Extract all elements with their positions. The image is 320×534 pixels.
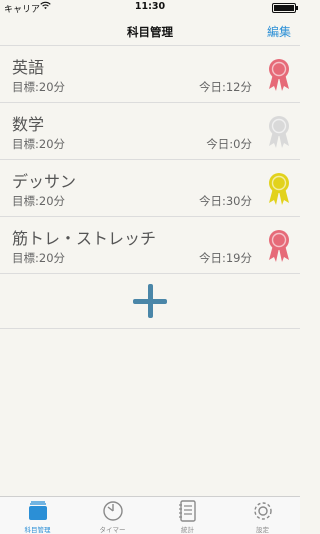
tab-timer[interactable]: タイマー [75,497,150,534]
subject-name: 数学 [12,115,45,134]
subject-name: デッサン [12,172,77,191]
subject-goal: 目標:20分 [12,194,66,208]
divider [0,328,300,329]
subject-name: 英語 [12,58,45,77]
subject-today: 今日:12分 [198,80,252,94]
subject-goal: 目標:20分 [12,251,66,265]
subject-row-math[interactable]: 数学 目標:20分 今日:0分 [0,103,300,160]
folder-icon [29,501,47,520]
subject-today: 今日:30分 [198,194,252,208]
notebook-icon [179,500,196,522]
subject-today: 今日:19分 [198,251,252,265]
subject-row-workout[interactable]: 筋トレ・ストレッチ 目標:20分 今日:19分 [0,217,300,274]
edit-button[interactable]: 編集 [267,23,291,40]
gear-icon [254,502,272,520]
tab-bar: 科目管理 タイマー 統計 設定 [0,496,300,534]
subject-name: 筋トレ・ストレッチ [12,229,157,248]
subject-goal: 目標:20分 [12,80,66,94]
status-bar: キャリア 11:30 [0,0,300,15]
tab-settings[interactable]: 設定 [225,497,300,534]
medal-icon [269,173,289,205]
add-subject-button[interactable] [133,284,167,318]
battery-icon [272,3,298,13]
tab-stats[interactable]: 統計 [150,497,225,534]
page-title: 科目管理 [127,25,173,39]
subject-row-english[interactable]: 英語 目標:20分 今日:12分 [0,46,300,103]
subject-today: 今日:0分 [206,137,252,151]
medal-icon [269,230,289,262]
subject-goal: 目標:20分 [12,137,66,151]
medal-icon [269,116,289,148]
medal-icon [269,59,289,91]
tab-subjects[interactable]: 科目管理 [0,497,75,534]
status-time: 11:30 [134,1,166,12]
navigation-bar: 科目管理 編集 [0,14,300,48]
subject-row-drawing[interactable]: デッサン 目標:20分 今日:30分 [0,160,300,217]
timer-icon [103,501,123,521]
subject-list: 英語 目標:20分 今日:12分 数学 目標:20分 今日:0分 デッサン 目標… [0,45,300,274]
